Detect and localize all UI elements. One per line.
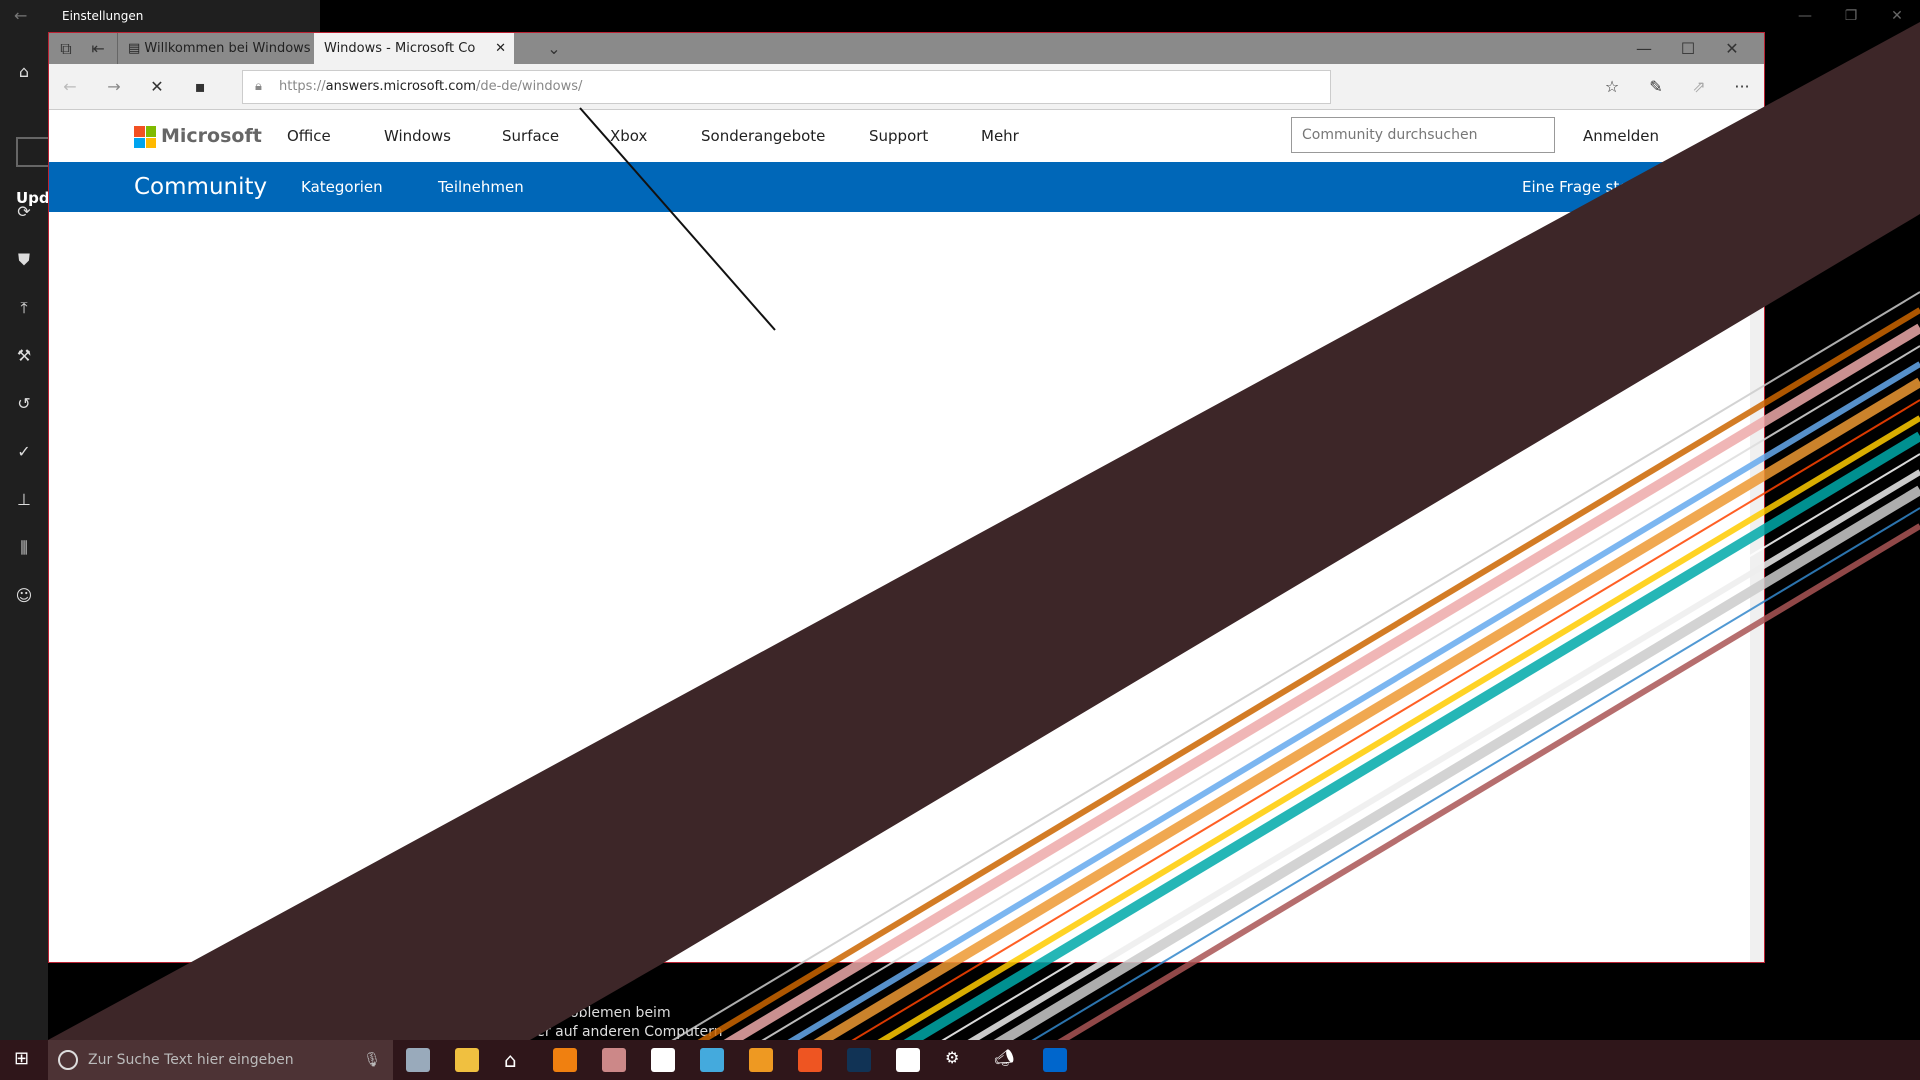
taskbar: ⊞ Zur Suche Text hier eingeben 🎙︎ ⌂ ⚙ 📣︎ [0, 1040, 1920, 1080]
settings-gear-icon[interactable]: ⚙ [945, 1048, 969, 1072]
windows-start-icon[interactable]: ⊞ [14, 1048, 29, 1069]
media-player-icon[interactable] [749, 1048, 773, 1072]
taskbar-search-input[interactable]: Zur Suche Text hier eingeben 🎙︎ [48, 1040, 393, 1080]
megaphone-icon[interactable]: 📣︎ [994, 1048, 1018, 1072]
cortana-icon [58, 1050, 78, 1070]
app-icon-monitor[interactable] [406, 1048, 430, 1072]
microphone-icon[interactable]: 🎙︎ [363, 1040, 381, 1080]
photoshop-icon[interactable] [847, 1048, 871, 1072]
edge-icon[interactable] [1043, 1048, 1067, 1072]
vlc-icon[interactable] [553, 1048, 577, 1072]
app-icon-white[interactable] [896, 1048, 920, 1072]
snipping-tool-icon[interactable] [602, 1048, 626, 1072]
calculator-icon[interactable] [651, 1048, 675, 1072]
home-app-icon[interactable]: ⌂ [504, 1048, 528, 1072]
file-explorer-icon[interactable] [455, 1048, 479, 1072]
glitch-streak [579, 107, 776, 331]
display-glitch-overlay [0, 22, 1920, 1040]
firefox-icon[interactable] [798, 1048, 822, 1072]
control-panel-icon[interactable] [700, 1048, 724, 1072]
search-placeholder: Zur Suche Text hier eingeben [88, 1052, 294, 1068]
